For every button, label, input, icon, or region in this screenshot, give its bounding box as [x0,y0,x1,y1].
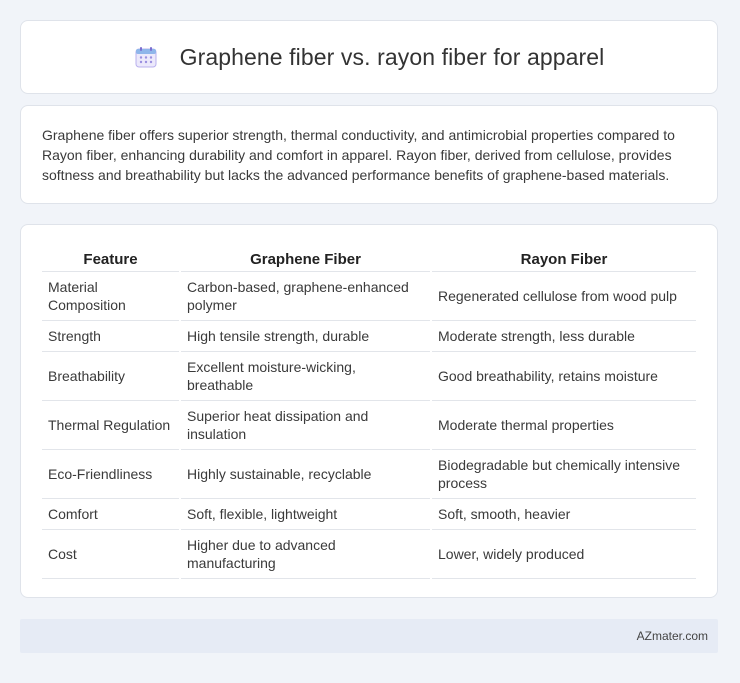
rayon-cell: Regenerated cellulose from wood pulp [432,272,696,321]
rayon-cell: Moderate strength, less durable [432,321,696,352]
graphene-cell: Soft, flexible, lightweight [181,499,430,530]
comparison-table: Feature Graphene Fiber Rayon Fiber Mater… [40,247,698,579]
summary-card: Graphene fiber offers superior strength,… [20,105,718,204]
graphene-cell: Excellent moisture-wicking, breathable [181,352,430,401]
calendar-icon [134,45,158,69]
graphene-cell: High tensile strength, durable [181,321,430,352]
title-wrap: Graphene fiber vs. rayon fiber for appar… [134,44,605,71]
feature-cell: Material Composition [42,272,179,321]
header-card: Graphene fiber vs. rayon fiber for appar… [20,20,718,94]
summary-text: Graphene fiber offers superior strength,… [42,127,675,183]
table-row: Strength High tensile strength, durable … [42,321,696,352]
rayon-cell: Biodegradable but chemically intensive p… [432,450,696,499]
rayon-cell: Good breathability, retains moisture [432,352,696,401]
table-row: Eco-Friendliness Highly sustainable, rec… [42,450,696,499]
table-row: Cost Higher due to advanced manufacturin… [42,530,696,579]
footer: AZmater.com [20,619,718,653]
table-row: Breathability Excellent moisture-wicking… [42,352,696,401]
comparison-card: Feature Graphene Fiber Rayon Fiber Mater… [20,224,718,598]
column-header: Graphene Fiber [181,247,430,272]
table-row: Comfort Soft, flexible, lightweight Soft… [42,499,696,530]
column-header: Feature [42,247,179,272]
feature-cell: Strength [42,321,179,352]
page-title: Graphene fiber vs. rayon fiber for appar… [179,43,605,70]
footer-brand[interactable]: AZmater.com [637,629,708,643]
graphene-cell: Superior heat dissipation and insulation [181,401,430,450]
table-row: Material Composition Carbon-based, graph… [42,272,696,321]
rayon-cell: Soft, smooth, heavier [432,499,696,530]
feature-cell: Breathability [42,352,179,401]
graphene-cell: Carbon-based, graphene-enhanced polymer [181,272,430,321]
feature-cell: Thermal Regulation [42,401,179,450]
graphene-cell: Higher due to advanced manufacturing [181,530,430,579]
graphene-cell: Highly sustainable, recyclable [181,450,430,499]
rayon-cell: Lower, widely produced [432,530,696,579]
table-header-row: Feature Graphene Fiber Rayon Fiber [42,247,696,272]
table-row: Thermal Regulation Superior heat dissipa… [42,401,696,450]
rayon-cell: Moderate thermal properties [432,401,696,450]
feature-cell: Cost [42,530,179,579]
column-header: Rayon Fiber [432,247,696,272]
feature-cell: Comfort [42,499,179,530]
feature-cell: Eco-Friendliness [42,450,179,499]
